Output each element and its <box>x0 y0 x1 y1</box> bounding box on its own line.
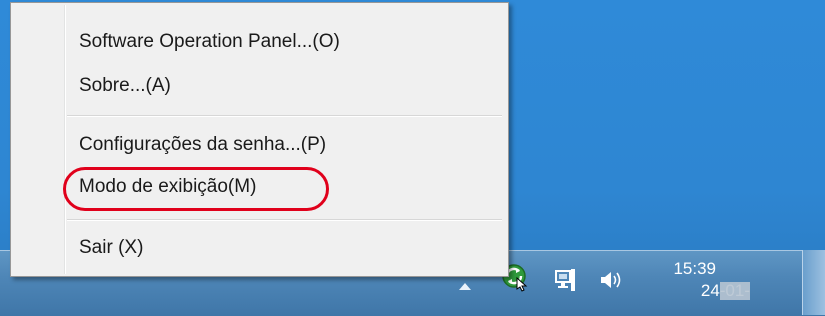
menu-icon-gutter <box>64 5 66 274</box>
volume-icon[interactable] <box>597 266 625 294</box>
network-icon[interactable] <box>552 266 580 294</box>
menu-item-software-operation-panel[interactable]: Software Operation Panel...(O) <box>79 25 340 59</box>
context-menu: Software Operation Panel...(O) Sobre...(… <box>10 2 509 277</box>
menu-item-display-mode[interactable]: Modo de exibição(M) <box>79 170 256 204</box>
clock-time: 15:39 <box>673 259 716 278</box>
show-desktop-button[interactable] <box>802 250 825 315</box>
menu-separator <box>67 115 502 117</box>
clock-date: 24-01- <box>640 280 750 302</box>
menu-item-password-settings[interactable]: Configurações da senha...(P) <box>79 128 326 162</box>
taskbar-clock[interactable]: 15:39 24-01- <box>640 258 750 302</box>
show-hidden-icons-arrow-icon[interactable] <box>459 283 471 290</box>
redacted-date-area <box>720 282 750 300</box>
menu-item-about[interactable]: Sobre...(A) <box>79 69 171 103</box>
menu-item-exit[interactable]: Sair (X) <box>79 231 143 265</box>
menu-separator <box>67 219 502 221</box>
